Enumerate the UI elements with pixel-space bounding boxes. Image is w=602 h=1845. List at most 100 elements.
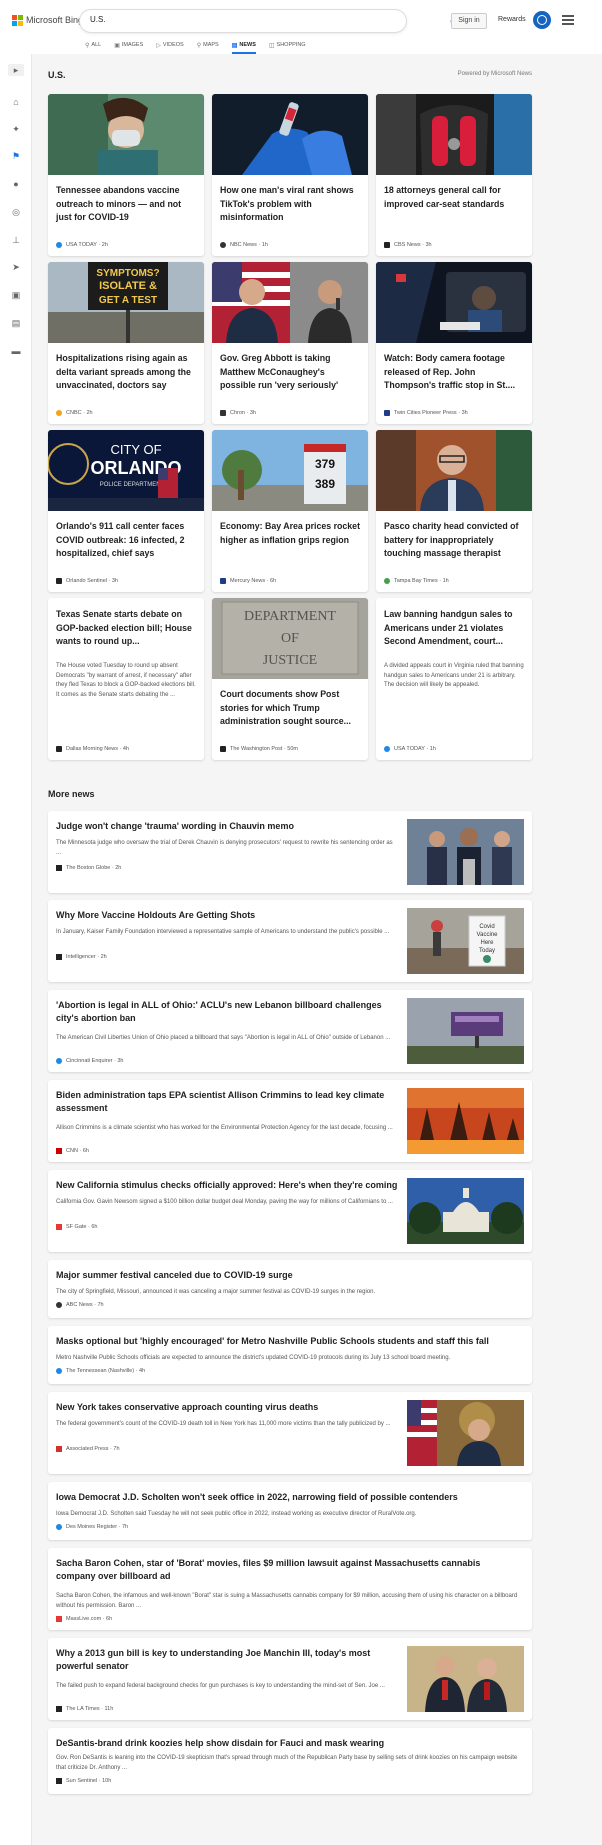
list-item-title[interactable]: Sacha Baron Cohen, star of 'Borat' movie… — [56, 1557, 521, 1583]
list-item-source: MassLive.com · 6h — [56, 1616, 112, 1622]
article-image: SYMPTOMS? ISOLATE & GET A TEST — [48, 262, 204, 343]
list-item-title[interactable]: Major summer festival canceled due to CO… — [56, 1269, 293, 1282]
article-image — [376, 430, 532, 511]
news-card[interactable]: Tennessee abandons vaccine outreach to m… — [48, 94, 204, 256]
card-title[interactable]: Law banning handgun sales to Americans u… — [384, 608, 524, 649]
article-image — [212, 262, 368, 343]
news-card[interactable]: Law banning handgun sales to Americans u… — [376, 598, 532, 760]
news-card[interactable]: Pasco charity head convicted of battery … — [376, 430, 532, 592]
sign-in-button[interactable]: Sign in — [451, 13, 487, 29]
card-source: USA TODAY · 2h — [56, 242, 108, 248]
city-sign-line-1: CITY OF — [110, 442, 161, 457]
globe-icon[interactable]: ◎ — [10, 206, 22, 218]
home-icon[interactable]: ⌂ — [10, 96, 22, 108]
news-card[interactable]: Texas Senate starts debate on GOP-backed… — [48, 598, 204, 760]
bank-icon[interactable]: ▤ — [10, 317, 22, 329]
list-item-title[interactable]: New York takes conservative approach cou… — [56, 1401, 318, 1414]
list-item[interactable]: Sacha Baron Cohen, star of 'Borat' movie… — [48, 1548, 532, 1630]
news-card[interactable]: How one man's viral rant shows TikTok's … — [212, 94, 368, 256]
list-item-title[interactable]: DeSantis-brand drink koozies help show d… — [56, 1737, 384, 1750]
tab-maps[interactable]: ⚲ MAPS — [197, 38, 219, 52]
list-item-title[interactable]: Judge won't change 'trauma' wording in C… — [56, 820, 294, 833]
list-item-snippet: The failed push to expand federal backgr… — [56, 1683, 385, 1689]
source-logo-icon — [56, 578, 62, 584]
list-item[interactable]: Masks optional but 'highly encouraged' f… — [48, 1326, 532, 1384]
crosshair-icon[interactable]: ✦ — [10, 123, 22, 135]
vaccine-sign-line-4: Today — [479, 948, 495, 954]
expand-sidebar-icon[interactable]: ▸ — [8, 64, 24, 76]
card-title[interactable]: Texas Senate starts debate on GOP-backed… — [56, 608, 196, 649]
microscope-icon[interactable]: ⊥ — [10, 234, 22, 246]
card-title[interactable]: Gov. Greg Abbott is taking Matthew McCon… — [220, 352, 360, 393]
list-item[interactable]: Biden administration taps EPA scientist … — [48, 1080, 532, 1162]
flag-icon[interactable]: ⚑ — [10, 150, 22, 162]
gas-price-2: 389 — [315, 477, 335, 491]
doj-inscription-line-3: JUSTICE — [263, 653, 317, 668]
list-item[interactable]: Iowa Democrat J.D. Scholten won't seek o… — [48, 1482, 532, 1540]
map-pin-icon: ⚲ — [196, 42, 202, 49]
list-item-snippet: Sacha Baron Cohen, the infamous and well… — [56, 1593, 518, 1609]
tab-videos[interactable]: ▷ VIDEOS — [156, 38, 183, 52]
card-title[interactable]: Economy: Bay Area prices rocket higher a… — [220, 520, 360, 547]
news-card[interactable]: 379 389 Economy: Bay Area prices rocket … — [212, 430, 368, 592]
list-item[interactable]: DeSantis-brand drink koozies help show d… — [48, 1728, 532, 1794]
source-logo-icon — [56, 1148, 62, 1154]
article-thumbnail — [407, 1088, 524, 1154]
hamburger-menu-icon[interactable] — [562, 15, 574, 25]
powered-by-label[interactable]: Powered by Microsoft News — [458, 71, 532, 77]
car-icon[interactable]: ▬ — [10, 345, 22, 357]
card-title[interactable]: Watch: Body camera footage released of R… — [384, 352, 524, 393]
news-card[interactable]: DEPARTMENT OF JUSTICE Court documents sh… — [212, 598, 368, 760]
card-source: Chron · 3h — [220, 410, 256, 416]
vaccine-sign-line-2: Vaccine — [477, 932, 499, 938]
rocket-icon[interactable]: ➤ — [10, 261, 22, 273]
list-item[interactable]: Why More Vaccine Holdouts Are Getting Sh… — [48, 900, 532, 982]
source-logo-icon — [56, 865, 62, 871]
list-item[interactable]: 'Abortion is legal in ALL of Ohio:' ACLU… — [48, 990, 532, 1072]
list-item-snippet: The federal government's count of the CO… — [56, 1421, 391, 1427]
news-card[interactable]: Gov. Greg Abbott is taking Matthew McCon… — [212, 262, 368, 424]
search-box[interactable] — [80, 10, 478, 32]
list-item[interactable]: Judge won't change 'trauma' wording in C… — [48, 811, 532, 893]
rewards-medal-icon[interactable] — [533, 11, 551, 29]
list-item-title[interactable]: Biden administration taps EPA scientist … — [56, 1089, 401, 1115]
list-item-title[interactable]: Why More Vaccine Holdouts Are Getting Sh… — [56, 909, 255, 922]
source-logo-icon — [56, 1524, 62, 1530]
search-input[interactable] — [90, 15, 340, 24]
card-title[interactable]: Court documents show Post stories for wh… — [220, 688, 360, 729]
film-icon[interactable]: ▣ — [10, 289, 22, 301]
list-item[interactable]: Why a 2013 gun bill is key to understand… — [48, 1638, 532, 1720]
news-card[interactable]: 18 attorneys general call for improved c… — [376, 94, 532, 256]
list-item-title[interactable]: Why a 2013 gun bill is key to understand… — [56, 1647, 401, 1673]
sign-line-1: SYMPTOMS? — [96, 268, 159, 279]
card-title[interactable]: How one man's viral rant shows TikTok's … — [220, 184, 360, 225]
card-title[interactable]: Pasco charity head convicted of battery … — [384, 520, 524, 561]
list-item[interactable]: Major summer festival canceled due to CO… — [48, 1260, 532, 1318]
tab-news[interactable]: ▤ NEWS — [231, 38, 257, 54]
news-card[interactable]: Watch: Body camera footage released of R… — [376, 262, 532, 424]
list-item-title[interactable]: 'Abortion is legal in ALL of Ohio:' ACLU… — [56, 999, 401, 1025]
tab-images[interactable]: ▣ IMAGES — [114, 38, 143, 52]
card-title[interactable]: Orlando's 911 call center faces COVID ou… — [56, 520, 196, 561]
news-icon: ▤ — [231, 42, 238, 49]
more-news-title: More news — [48, 789, 95, 799]
tab-all[interactable]: ⚲ ALL — [85, 38, 101, 52]
news-card[interactable]: SYMPTOMS? ISOLATE & GET A TEST Hospitali… — [48, 262, 204, 424]
list-item[interactable]: New York takes conservative approach cou… — [48, 1392, 532, 1474]
card-source: USA TODAY · 1h — [384, 746, 436, 752]
card-title[interactable]: 18 attorneys general call for improved c… — [384, 184, 524, 211]
list-item-snippet: California Gov. Gavin Newsom signed a $1… — [56, 1199, 393, 1205]
tab-shopping[interactable]: ◫ SHOPPING — [269, 38, 306, 52]
article-image: DEPARTMENT OF JUSTICE — [212, 598, 368, 679]
rewards-link[interactable]: Rewards — [498, 16, 526, 23]
bing-logo[interactable]: Microsoft Bing — [12, 15, 83, 26]
card-title[interactable]: Hospitalizations rising again as delta v… — [56, 352, 196, 393]
map-pin-icon[interactable]: ● — [10, 178, 22, 190]
list-item-title[interactable]: New California stimulus checks officiall… — [56, 1179, 397, 1192]
news-card[interactable]: CITY OF ORLANDO POLICE DEPARTMENT Orland… — [48, 430, 204, 592]
list-item[interactable]: New California stimulus checks officiall… — [48, 1170, 532, 1252]
list-item-title[interactable]: Iowa Democrat J.D. Scholten won't seek o… — [56, 1491, 458, 1504]
card-source: Orlando Sentinel · 3h — [56, 578, 118, 584]
list-item-title[interactable]: Masks optional but 'highly encouraged' f… — [56, 1335, 489, 1348]
card-title[interactable]: Tennessee abandons vaccine outreach to m… — [56, 184, 196, 225]
